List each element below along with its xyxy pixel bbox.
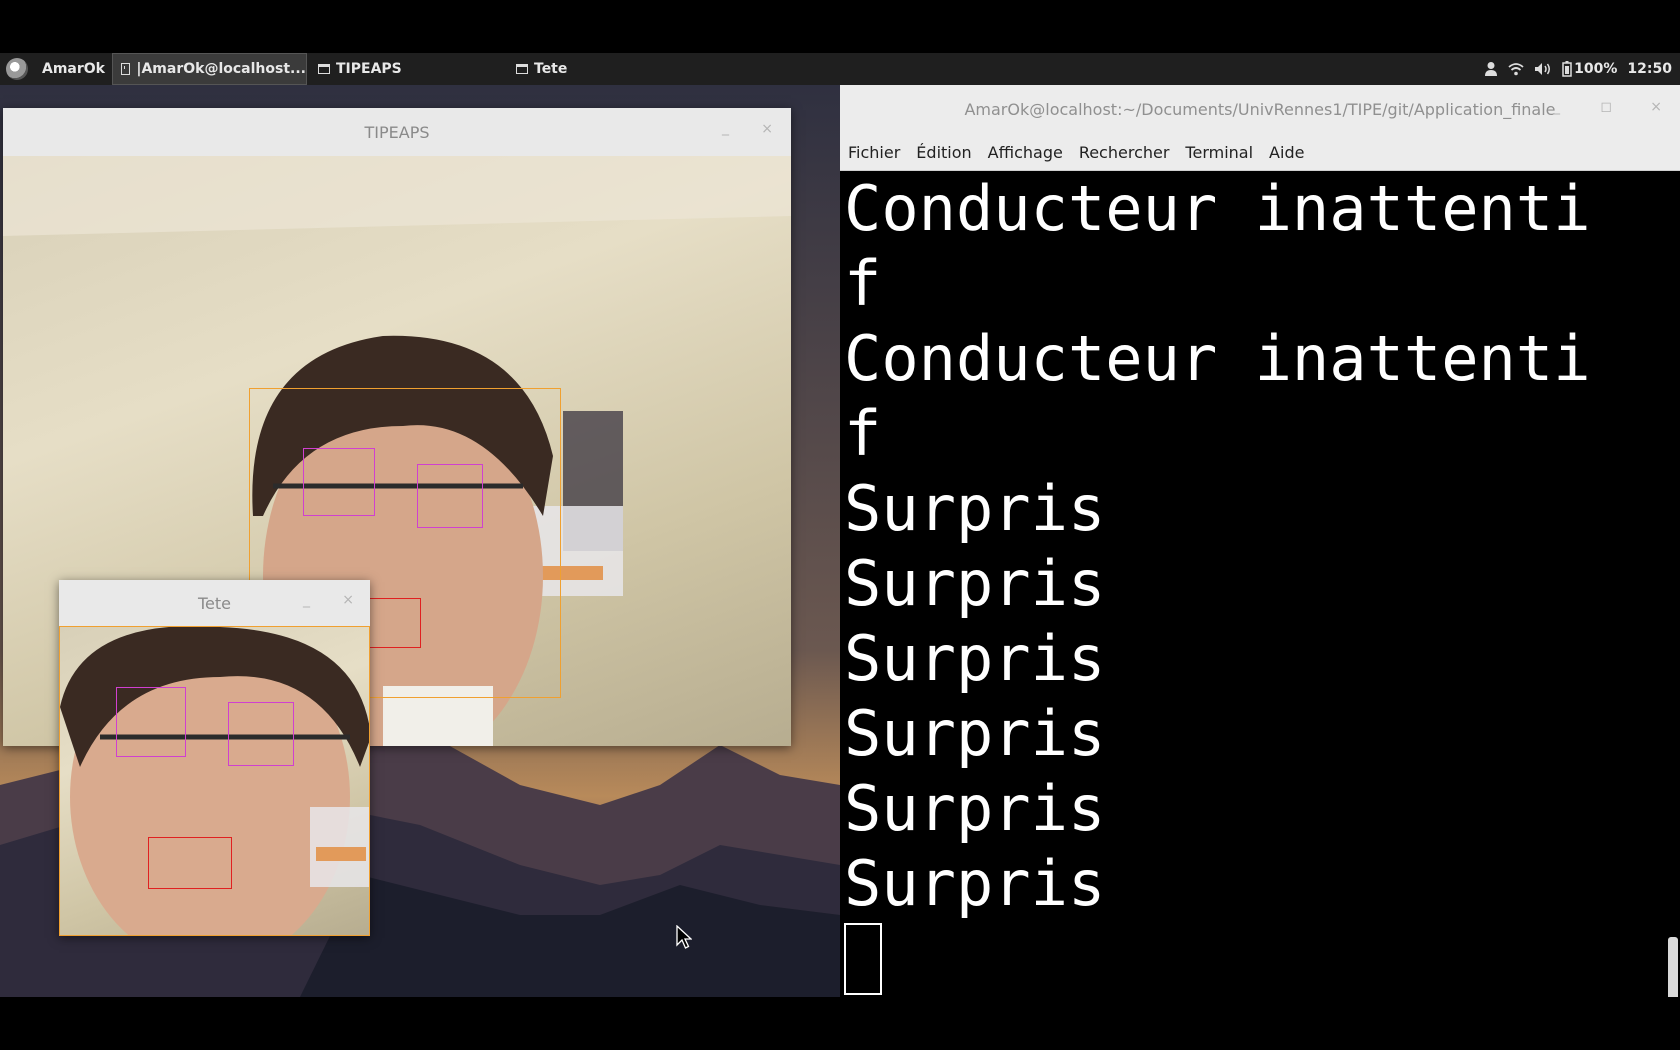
task-label: Tete (534, 61, 568, 77)
output-line: Conducteur inattenti (844, 172, 1591, 245)
terminal-scrollbar[interactable] (1664, 171, 1680, 997)
terminal-cursor (844, 923, 882, 995)
left-eye-box (303, 448, 375, 516)
right-eye-box (228, 702, 294, 766)
battery-indicator[interactable]: 100% (1562, 61, 1617, 77)
maximize-button[interactable]: ◻ (1600, 99, 1612, 115)
mouth-box (148, 837, 232, 889)
screen-top-border (0, 0, 1680, 53)
terminal-icon (121, 63, 131, 75)
menu-fichier[interactable]: Fichier (848, 143, 900, 162)
task-terminal[interactable]: |AmarOk@localhost... (112, 53, 307, 85)
taskbar: AmarOk |AmarOk@localhost... TIPEAPS Tete… (0, 53, 1680, 85)
close-button[interactable]: × (342, 592, 354, 608)
window-icon (516, 64, 528, 74)
output-line: Surpris (844, 847, 1106, 920)
minimize-button[interactable]: _ (1553, 99, 1560, 115)
output-line: Surpris (844, 697, 1106, 770)
output-line: f (844, 397, 882, 470)
wifi-icon[interactable] (1508, 62, 1524, 76)
app-menu-button[interactable]: AmarOk (6, 53, 105, 85)
menu-terminal[interactable]: Terminal (1185, 143, 1253, 162)
window-title: TIPEAPS (364, 123, 430, 142)
minimize-button[interactable]: _ (303, 592, 310, 608)
battery-level: 100% (1574, 61, 1618, 77)
screen-bottom-border (0, 997, 1680, 1050)
terminal-output[interactable]: Conducteur inattenti f Conducteur inatte… (840, 171, 1664, 997)
menu-edition[interactable]: Édition (916, 143, 971, 162)
output-line: Conducteur inattenti (844, 322, 1591, 395)
battery-icon (1562, 61, 1572, 77)
face-crop-frame (60, 627, 369, 935)
output-line: f (844, 247, 882, 320)
menu-aide[interactable]: Aide (1269, 143, 1304, 162)
tete-window[interactable]: Tete _ × (59, 580, 370, 936)
terminal-titlebar[interactable]: AmarOk@localhost:~/Documents/UnivRennes1… (840, 85, 1680, 135)
left-eye-box (116, 687, 186, 757)
menu-affichage[interactable]: Affichage (988, 143, 1063, 162)
scrollbar-thumb[interactable] (1668, 937, 1678, 997)
output-line: Surpris (844, 622, 1106, 695)
terminal-menubar: Fichier Édition Affichage Rechercher Ter… (840, 135, 1680, 171)
output-line: Surpris (844, 547, 1106, 620)
close-button[interactable]: × (1650, 99, 1662, 115)
window-title: Tete (197, 594, 231, 613)
minimize-button[interactable]: _ (722, 120, 729, 136)
task-tete[interactable]: Tete (516, 53, 567, 85)
task-label: |AmarOk@localhost... (136, 61, 306, 77)
mouse-cursor-icon (676, 925, 692, 949)
app-logo-icon (6, 58, 28, 80)
volume-icon[interactable] (1534, 62, 1552, 76)
tipeaps-titlebar[interactable]: TIPEAPS _ × (3, 108, 791, 157)
right-eye-box (417, 464, 483, 528)
task-tipeaps[interactable]: TIPEAPS (318, 53, 402, 85)
terminal-window[interactable]: AmarOk@localhost:~/Documents/UnivRennes1… (840, 85, 1680, 997)
menu-rechercher[interactable]: Rechercher (1079, 143, 1170, 162)
tete-camera-view (59, 626, 370, 936)
user-icon[interactable] (1484, 61, 1498, 77)
system-tray: 100% 12:50 (1484, 53, 1672, 85)
clock[interactable]: 12:50 (1627, 61, 1672, 77)
window-icon (318, 64, 330, 74)
task-label: TIPEAPS (336, 61, 402, 77)
output-line: Surpris (844, 772, 1106, 845)
tete-titlebar[interactable]: Tete _ × (59, 580, 370, 627)
output-line: Surpris (844, 472, 1106, 545)
close-button[interactable]: × (761, 121, 773, 137)
app-name: AmarOk (42, 61, 105, 77)
